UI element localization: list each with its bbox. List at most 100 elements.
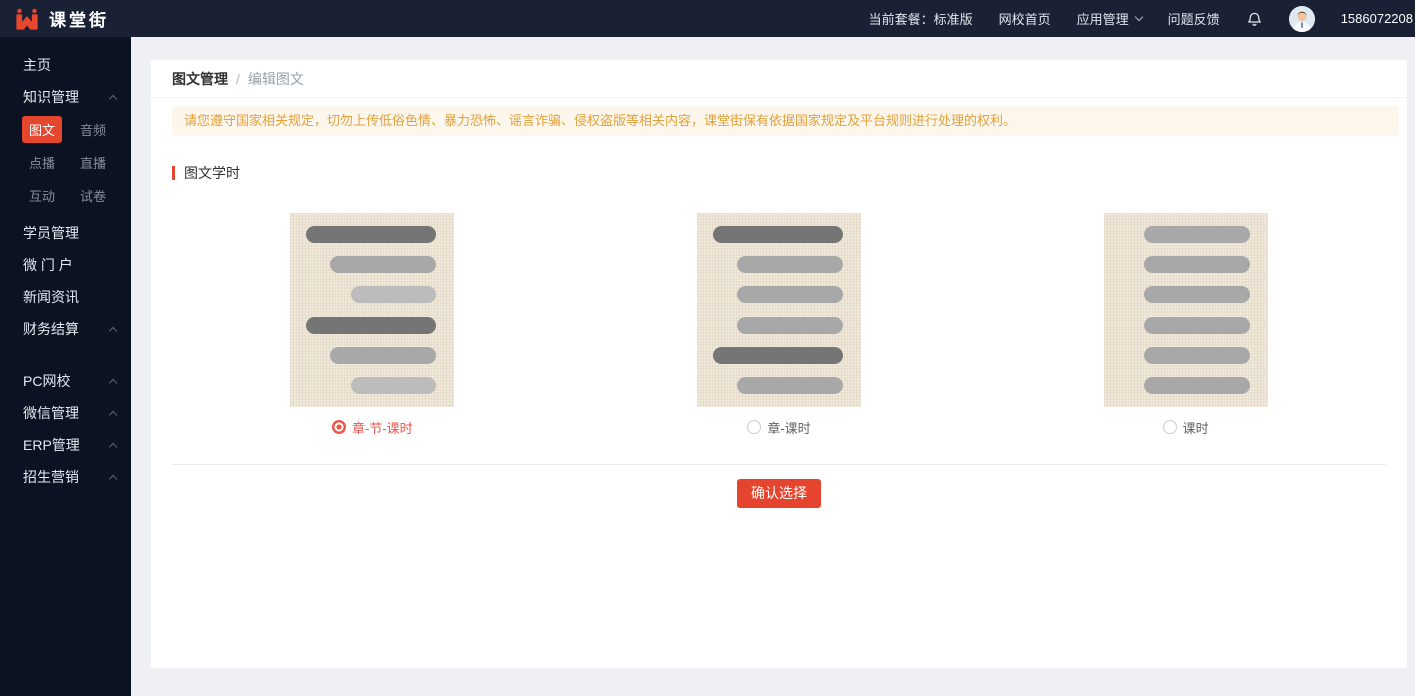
topbar-link-label: 网校首页 bbox=[999, 9, 1051, 28]
sidebar-item-label: PC网校 bbox=[23, 371, 70, 391]
thumb-bar bbox=[737, 317, 843, 334]
option-choice-chapter-lesson[interactable]: 章-课时 bbox=[747, 419, 810, 435]
current-plan-label: 当前套餐：标准版 bbox=[869, 9, 973, 28]
sidebar-item-finance[interactable]: 财务结算 bbox=[0, 313, 131, 345]
chevron-up-icon bbox=[109, 326, 117, 334]
content-panel: 图文管理 / 编辑图文 请您遵守国家相关规定，切勿上传低俗色情、暴力恐怖、谣言诈… bbox=[151, 60, 1407, 668]
topbar-link-school-home[interactable]: 网校首页 bbox=[999, 9, 1051, 28]
hours-option-lesson: 课时 bbox=[982, 213, 1389, 435]
radio-lesson[interactable] bbox=[1163, 420, 1177, 434]
thumb-bar bbox=[1144, 317, 1250, 334]
chevron-up-icon bbox=[109, 474, 117, 482]
breadcrumb-separator: / bbox=[236, 71, 240, 87]
topbar-link-label: 问题反馈 bbox=[1168, 9, 1220, 28]
option-thumbnail-chapter-section-lesson[interactable] bbox=[290, 213, 454, 407]
sidebar-submenu: 图文音频点播直播互动试卷 bbox=[0, 113, 131, 212]
section-marker bbox=[172, 166, 175, 180]
section-title-text: 图文学时 bbox=[184, 166, 240, 180]
thumb-bar bbox=[713, 226, 843, 243]
sidebar-item-label: 招生营销 bbox=[23, 467, 79, 487]
thumb-bar bbox=[306, 226, 436, 243]
sidebar-item-label: 微信管理 bbox=[23, 403, 79, 423]
thumb-bar bbox=[1144, 377, 1250, 394]
chevron-up-icon bbox=[109, 442, 117, 450]
sidebar-item-marketing[interactable]: 招生营销 bbox=[0, 461, 131, 493]
sidebar-item-pc-school[interactable]: PC网校 bbox=[0, 365, 131, 397]
hours-option-chapter-section-lesson: 章-节-课时 bbox=[169, 213, 576, 435]
hours-options: 章-节-课时 章-课时 课时 bbox=[151, 213, 1407, 435]
thumb-bar bbox=[737, 286, 843, 303]
chevron-up-icon bbox=[109, 94, 117, 102]
thumb-bar bbox=[351, 377, 436, 394]
sidebar-item-label: 微 门 户 bbox=[23, 255, 73, 275]
sidebar-item-label: ERP管理 bbox=[23, 435, 80, 455]
sidebar-item-micro-portal[interactable]: 微 门 户 bbox=[0, 249, 131, 281]
sidebar-subitem-audio[interactable]: 音频 bbox=[73, 116, 113, 143]
topbar-nav: 网校首页 应用管理 问题反馈 bbox=[999, 9, 1220, 28]
sidebar-item-wechat[interactable]: 微信管理 bbox=[0, 397, 131, 429]
chevron-down-icon bbox=[1134, 12, 1142, 20]
sidebar-submenu-row: 图文音频 bbox=[0, 113, 131, 146]
user-avatar[interactable] bbox=[1289, 6, 1315, 32]
option-thumbnail-chapter-lesson[interactable] bbox=[697, 213, 861, 407]
compliance-notice: 请您遵守国家相关规定，切勿上传低俗色情、暴力恐怖、谣言诈骗、侵权盗版等相关内容，… bbox=[172, 106, 1399, 136]
sidebar: 主页知识管理图文音频点播直播互动试卷学员管理微 门 户新闻资讯财务结算PC网校微… bbox=[0, 37, 131, 696]
radio-chapter-section-lesson[interactable] bbox=[332, 420, 346, 434]
sidebar-item-label: 新闻资讯 bbox=[23, 287, 79, 307]
thumb-bar bbox=[737, 256, 843, 273]
hours-option-chapter-lesson: 章-课时 bbox=[576, 213, 983, 435]
main-content: 图文管理 / 编辑图文 请您遵守国家相关规定，切勿上传低俗色情、暴力恐怖、谣言诈… bbox=[131, 37, 1415, 696]
sidebar-item-label: 学员管理 bbox=[23, 223, 79, 243]
option-label-chapter-lesson[interactable]: 章-课时 bbox=[767, 418, 810, 437]
topbar-link-feedback[interactable]: 问题反馈 bbox=[1168, 9, 1220, 28]
sidebar-subitem-interactive[interactable]: 互动 bbox=[22, 182, 62, 209]
sidebar-item-label: 主页 bbox=[23, 55, 51, 75]
thumb-bar bbox=[1144, 256, 1250, 273]
app-logo[interactable]: 课堂街 bbox=[14, 6, 109, 31]
option-label-chapter-section-lesson[interactable]: 章-节-课时 bbox=[352, 418, 413, 437]
thumb-bar bbox=[737, 377, 843, 394]
thumb-bar bbox=[330, 347, 436, 364]
topbar-link-label: 应用管理 bbox=[1077, 9, 1129, 28]
ketangjie-logo-icon bbox=[14, 7, 40, 31]
thumb-bar bbox=[1144, 226, 1250, 243]
sidebar-item-erp[interactable]: ERP管理 bbox=[0, 429, 131, 461]
breadcrumb-current: 编辑图文 bbox=[248, 69, 304, 89]
breadcrumb: 图文管理 / 编辑图文 bbox=[151, 60, 1407, 98]
radio-chapter-lesson[interactable] bbox=[747, 420, 761, 434]
divider bbox=[172, 464, 1386, 465]
chevron-up-icon bbox=[109, 410, 117, 418]
sidebar-submenu-row: 互动试卷 bbox=[0, 179, 131, 212]
chevron-up-icon bbox=[109, 378, 117, 386]
thumb-bar bbox=[713, 347, 843, 364]
sidebar-submenu-row: 点播直播 bbox=[0, 146, 131, 179]
sidebar-subitem-image-text[interactable]: 图文 bbox=[22, 116, 62, 143]
thumb-bar bbox=[1144, 286, 1250, 303]
option-choice-lesson[interactable]: 课时 bbox=[1163, 419, 1209, 435]
notifications-bell-icon[interactable] bbox=[1246, 10, 1263, 28]
sidebar-item-label: 知识管理 bbox=[23, 87, 79, 107]
thumb-bar bbox=[330, 256, 436, 273]
topbar-link-app-manage[interactable]: 应用管理 bbox=[1077, 9, 1142, 28]
sidebar-item-news[interactable]: 新闻资讯 bbox=[0, 281, 131, 313]
sidebar-item-home[interactable]: 主页 bbox=[0, 49, 131, 81]
section-title: 图文学时 bbox=[172, 166, 1407, 180]
breadcrumb-parent[interactable]: 图文管理 bbox=[172, 69, 228, 89]
option-thumbnail-lesson[interactable] bbox=[1104, 213, 1268, 407]
thumb-bar bbox=[306, 317, 436, 334]
user-phone[interactable]: 1586072208 bbox=[1341, 11, 1413, 26]
option-choice-chapter-section-lesson[interactable]: 章-节-课时 bbox=[332, 419, 413, 435]
topbar: 课堂街 当前套餐：标准版 网校首页 应用管理 问题反馈 1586072208 bbox=[0, 0, 1415, 37]
sidebar-subitem-live[interactable]: 直播 bbox=[73, 149, 113, 176]
sidebar-item-label: 财务结算 bbox=[23, 319, 79, 339]
confirm-button[interactable]: 确认选择 bbox=[737, 479, 821, 508]
option-label-lesson[interactable]: 课时 bbox=[1183, 418, 1209, 437]
thumb-bar bbox=[1144, 347, 1250, 364]
sidebar-item-students[interactable]: 学员管理 bbox=[0, 217, 131, 249]
sidebar-item-knowledge[interactable]: 知识管理 bbox=[0, 81, 131, 113]
sidebar-subitem-exam[interactable]: 试卷 bbox=[73, 182, 113, 209]
sidebar-subitem-vod[interactable]: 点播 bbox=[22, 149, 62, 176]
logo-text: 课堂街 bbox=[49, 6, 109, 31]
thumb-bar bbox=[351, 286, 436, 303]
sidebar-spacer bbox=[0, 345, 131, 365]
